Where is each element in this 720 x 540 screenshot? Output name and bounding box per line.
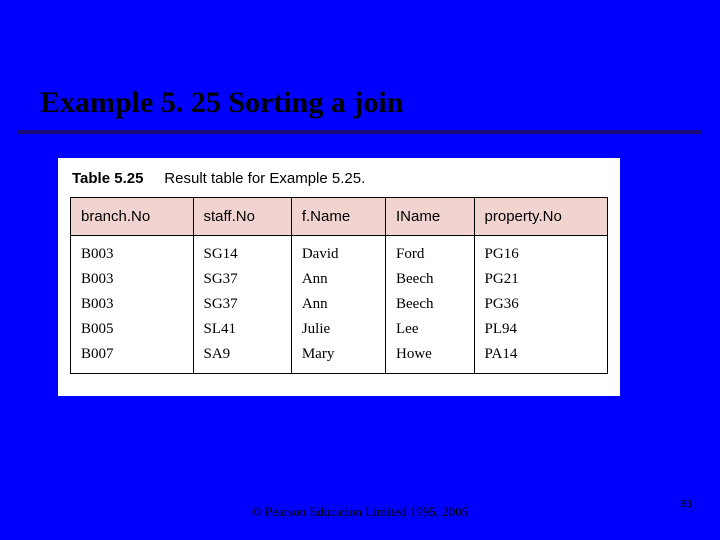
cell: Mary — [291, 342, 385, 374]
title-underline — [18, 130, 702, 134]
table-row: B003 SG14 David Ford PG16 — [71, 236, 608, 268]
cell: Julie — [291, 317, 385, 342]
cell: SA9 — [193, 342, 291, 374]
cell: David — [291, 236, 385, 268]
col-header: branch.No — [71, 198, 194, 236]
cell: PG16 — [474, 236, 607, 268]
cell: B003 — [71, 292, 194, 317]
col-header: IName — [386, 198, 475, 236]
table-caption-text: Result table for Example 5.25. — [164, 170, 365, 187]
result-table: branch.No staff.No f.Name IName property… — [70, 197, 608, 374]
caption-sep — [148, 170, 161, 187]
cell: B005 — [71, 317, 194, 342]
col-header: staff.No — [193, 198, 291, 236]
cell: SL41 — [193, 317, 291, 342]
cell: B007 — [71, 342, 194, 374]
footer-copyright: © Pearson Education Limited 1995, 2005 — [0, 504, 720, 520]
cell: B003 — [71, 236, 194, 268]
cell: PG21 — [474, 267, 607, 292]
cell: PA14 — [474, 342, 607, 374]
page-number: 83 — [681, 499, 692, 510]
cell: Ann — [291, 267, 385, 292]
cell: SG37 — [193, 292, 291, 317]
cell: Ann — [291, 292, 385, 317]
table-row: B003 SG37 Ann Beech PG36 — [71, 292, 608, 317]
cell: Howe — [386, 342, 475, 374]
table-header-row: branch.No staff.No f.Name IName property… — [71, 198, 608, 236]
col-header: property.No — [474, 198, 607, 236]
cell: Ford — [386, 236, 475, 268]
cell: SG14 — [193, 236, 291, 268]
cell: B003 — [71, 267, 194, 292]
cell: Beech — [386, 267, 475, 292]
table-card: Table 5.25 Result table for Example 5.25… — [58, 158, 620, 396]
table-caption-label: Table 5.25 — [72, 170, 143, 187]
cell: PL94 — [474, 317, 607, 342]
col-header: f.Name — [291, 198, 385, 236]
cell: Lee — [386, 317, 475, 342]
table-caption: Table 5.25 Result table for Example 5.25… — [72, 170, 606, 187]
table-row: B003 SG37 Ann Beech PG21 — [71, 267, 608, 292]
table-row: B007 SA9 Mary Howe PA14 — [71, 342, 608, 374]
slide-title: Example 5. 25 Sorting a join — [40, 86, 403, 120]
cell: PG36 — [474, 292, 607, 317]
cell: SG37 — [193, 267, 291, 292]
table-row: B005 SL41 Julie Lee PL94 — [71, 317, 608, 342]
cell: Beech — [386, 292, 475, 317]
